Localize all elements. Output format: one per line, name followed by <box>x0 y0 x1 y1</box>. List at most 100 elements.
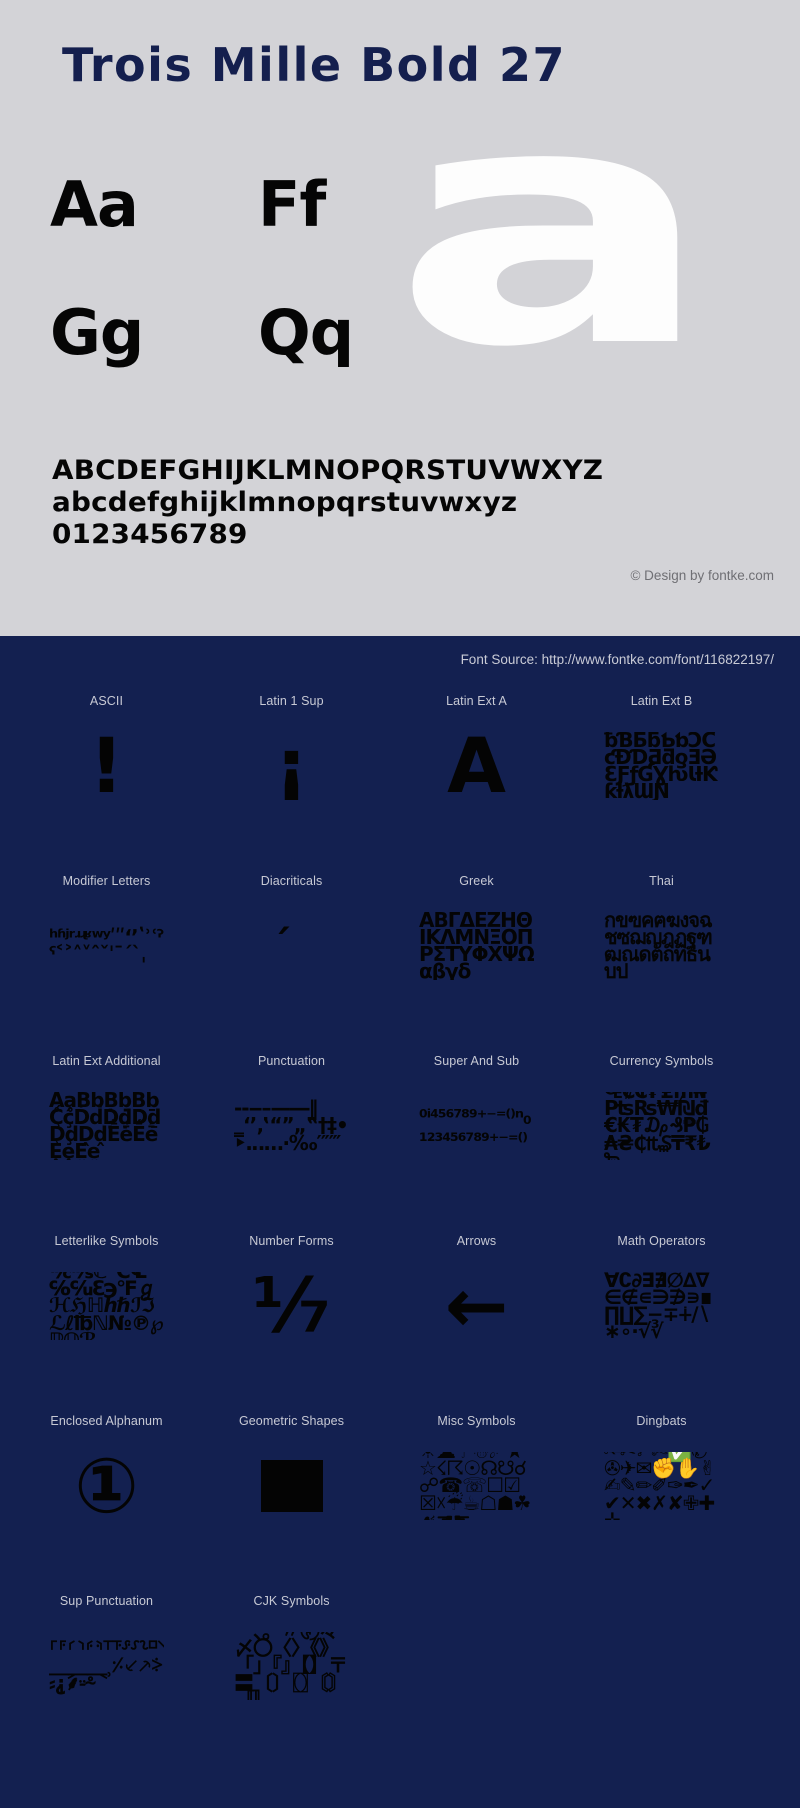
unicode-block-cell: Thai กขฃคฅฆงจฉชซฌญฎฏฐฑฒณดตถทธนบป <box>569 872 754 1052</box>
unicode-block-label: Latin Ext B <box>630 694 693 708</box>
unicode-block-label: Number Forms <box>249 1234 334 1248</box>
lowercase-alphabet-row: abcdefghijklmnopqrstuvwxyz <box>52 487 518 518</box>
unicode-block-label: Letterlike Symbols <box>54 1234 159 1248</box>
unicode-coverage-panel: Font Source: http://www.fontke.com/font/… <box>0 636 800 1808</box>
font-specimen-page: Trois Mille Bold 27 Aa Ff Gg Qq a ABCDEF… <box>0 0 800 1808</box>
unicode-block-glyphs: ⁰ⁱ⁴⁵⁶⁷⁸⁹⁺⁻⁼⁽⁾ⁿ₀₁₂₃₄₅₆₇₈₉₊₋₌₍₎ <box>419 1104 532 1146</box>
unicode-block-cell: Math Operators ∀∁∂∃∄∅∆∇∈∉∊∋∌∍∎∏∐∑−∓∔∕∖∗∘∙… <box>569 1232 754 1412</box>
unicode-block-cell: Diacriticalś <box>199 872 384 1052</box>
unicode-block-cell: Punctuation ‐‑‒–—―‖‗‘’‚‛“”„‟†‡•‣․‥…‧‰′″‴ <box>199 1052 384 1232</box>
unicode-block-glyphs: ‐‑‒–—―‖‗‘’‚‛“”„‟†‡•‣․‥…‧‰′″‴ <box>234 1096 349 1155</box>
unicode-block-glyphs: ¡ <box>274 732 309 800</box>
unicode-block-cell: Latin Ext B ƀƁƂƃƄƅƆƇƈƉƊƋƌƍƎƏƐƑƒƓƔƕƖƗƘƙƚƛƜ… <box>569 692 754 872</box>
unicode-block-label: Sup Punctuation <box>59 1594 154 1608</box>
unicode-block-preview: ∀∁∂∃∄∅∆∇∈∉∊∋∌∍∎∏∐∑−∓∔∕∖∗∘∙√∛ <box>604 1272 719 1340</box>
unicode-block-preview: ΑΒΓΔΕΖΗΘΙΚΛΜΝΞΟΠΡΣΤΥΦΧΨΩαβγδ <box>419 912 534 980</box>
unicode-block-glyphs: ́ <box>234 926 349 966</box>
unicode-block-glyphs: 、。〃〄々〆〇〈〉《》「」『』【】〒〓〔〕〖〗〘〙〚〛 <box>234 1632 348 1700</box>
unicode-block-glyphs: กขฃคฅฆงจฉชซฌญฎฏฐฑฒณดตถทธนบป <box>604 912 713 980</box>
unicode-block-label: Thai <box>649 874 674 888</box>
unicode-block-preview: Ā <box>419 732 534 800</box>
unicode-block-glyphs: ₠₡₢₣₤₥₦₧₨₩₪₫€₭₮₯₰₱₲₳₴₵₶₷₸₹₺₻ <box>604 1092 711 1160</box>
unicode-block-cell: Modifier Letters ʰʱʲʳʴʵʶʷʸʹʺʻʼʽʾʿˀˁ˂˃˄˅ˆˇ… <box>14 872 199 1052</box>
unicode-block-preview: 、。〃〄々〆〇〈〉《》「」『』【】〒〓〔〕〖〗〘〙〚〛 <box>234 1632 349 1700</box>
unicode-block-cell: Enclosed Alphanum ① <box>14 1412 199 1592</box>
unicode-block-cell: Sup Punctuation ⸀⸁⸂⸃⸄⸅⸆⸇⸈⸉⸊⸋⸌⸍⸎⸏⸐⸑⸒⸓⸔⸕⸖⸗⸘… <box>14 1592 199 1772</box>
unicode-block-preview: ƀƁƂƃƄƅƆƇƈƉƊƋƌƍƎƏƐƑƒƓƔƕƖƗƘƙƚƛƜƝ <box>604 732 719 800</box>
unicode-block-label: Geometric Shapes <box>238 1414 345 1428</box>
unicode-block-label: Latin Ext Additional <box>52 1054 161 1068</box>
unicode-block-preview <box>234 1452 349 1520</box>
unicode-block-cell: Greek ΑΒΓΔΕΖΗΘΙΚΛΜΝΞΟΠΡΣΤΥΦΧΨΩαβγδ <box>384 872 569 1052</box>
unicode-block-preview: ₠₡₢₣₤₥₦₧₨₩₪₫€₭₮₯₰₱₲₳₴₵₶₷₸₹₺₻ <box>604 1092 719 1160</box>
unicode-block-cell: Latin 1 Sup ¡ <box>199 692 384 872</box>
unicode-block-preview: กขฃคฅฆงจฉชซฌญฎฏฐฑฒณดตถทธนบป <box>604 912 719 980</box>
unicode-block-glyphs: ← <box>444 1272 509 1340</box>
unicode-block-cell: Dingbats ✁✂✃✄✅✆✇✈✉✊✋✌✍✎✏✐✑✒✓✔✕✖✗✘✙✚✛ <box>569 1412 754 1592</box>
unicode-block-label: CJK Symbols <box>253 1594 330 1608</box>
unicode-block-cell: Arrows ← <box>384 1232 569 1412</box>
unicode-block-preview: ① <box>49 1452 164 1520</box>
unicode-block-preview: ☀☁☂☃☄★☆☇☈☉☊☋☌☍☎☏☐☑☒☓☔☕☖☗☘☙☚☛ <box>419 1452 534 1520</box>
unicode-block-glyphs: ℀℁ℂ℃℄℅℆ℇ℈℉ℊℋℌℍℎℏℐℑℒℓ℔ℕ№℗℘ℙℚℛ <box>49 1272 164 1340</box>
unicode-block-label: ASCII <box>89 694 124 708</box>
unicode-block-cell: ASCII! <box>14 692 199 872</box>
unicode-block-preview: ⸀⸁⸂⸃⸄⸅⸆⸇⸈⸉⸊⸋⸌⸍⸎⸏⸐⸑⸒⸓⸔⸕⸖⸗⸘⸙⸚⸛ <box>49 1632 164 1700</box>
specimen-preview-panel: Trois Mille Bold 27 Aa Ff Gg Qq a ABCDEF… <box>0 0 800 636</box>
unicode-block-cell: Misc Symbols ☀☁☂☃☄★☆☇☈☉☊☋☌☍☎☏☐☑☒☓☔☕☖☗☘☙☚☛ <box>384 1412 569 1592</box>
unicode-block-preview: ℀℁ℂ℃℄℅℆ℇ℈℉ℊℋℌℍℎℏℐℑℒℓ℔ℕ№℗℘ℙℚℛ <box>49 1272 164 1340</box>
unicode-block-cell: Letterlike Symbols ℀℁ℂ℃℄℅℆ℇ℈℉ℊℋℌℍℎℏℐℑℒℓ℔ℕ… <box>14 1232 199 1412</box>
letter-sample-aa: Aa <box>50 168 139 241</box>
uppercase-alphabet-row: ABCDEFGHIJKLMNOPQRSTUVWXYZ <box>52 455 604 486</box>
unicode-block-preview: ḀḁḂḃḄḅḆḇḈḉḊḋḌḍḎḏḐḑḒḓḔḕḖḗḘḙḚḛ <box>49 1092 164 1160</box>
unicode-block-glyphs: ! <box>89 732 124 800</box>
unicode-block-glyphs: ✁✂✃✄✅✆✇✈✉✊✋✌✍✎✏✐✑✒✓✔✕✖✗✘✙✚✛ <box>604 1452 716 1520</box>
unicode-block-label: Latin Ext A <box>446 694 507 708</box>
unicode-block-cell: Latin Ext Additional ḀḁḂḃḄḅḆḇḈḉḊḋḌḍḎḏḐḑḒḓ… <box>14 1052 199 1232</box>
unicode-block-grid: ASCII! Latin 1 Sup ¡ Latin Ext A Ā Latin Ext … <box>0 692 800 1772</box>
showcase-glyph-a: a <box>392 35 715 419</box>
unicode-block-glyphs: ☀☁☂☃☄★☆☇☈☉☊☋☌☍☎☏☐☑☒☓☔☕☖☗☘☙☚☛ <box>419 1452 531 1520</box>
unicode-block-cell: Currency Symbols ₠₡₢₣₤₥₦₧₨₩₪₫€₭₮₯₰₱₲₳₴₵₶₷… <box>569 1052 754 1232</box>
unicode-block-cell: Geometric Shapes <box>199 1412 384 1592</box>
unicode-block-label: Diacriticals <box>260 874 323 888</box>
unicode-block-cell: Super And Sub ⁰ⁱ⁴⁵⁶⁷⁸⁹⁺⁻⁼⁽⁾ⁿ₀₁₂₃₄₅₆₇₈₉₊₋₌… <box>384 1052 569 1232</box>
unicode-block-preview: ! <box>49 732 164 800</box>
digits-row: 0123456789 <box>52 519 248 550</box>
unicode-block-preview: ‐‑‒–—―‖‗‘’‚‛“”„‟†‡•‣․‥…‧‰′″‴ <box>234 1092 349 1160</box>
unicode-block-preview: ⅐ <box>234 1272 349 1340</box>
unicode-block-label: Misc Symbols <box>437 1414 516 1428</box>
unicode-block-label: Enclosed Alphanum <box>50 1414 163 1428</box>
unicode-block-glyphs: ΑΒΓΔΕΖΗΘΙΚΛΜΝΞΟΠΡΣΤΥΦΧΨΩαβγδ <box>419 912 534 980</box>
unicode-block-cell: Number Forms ⅐ <box>199 1232 384 1412</box>
unicode-block-label: Greek <box>459 874 494 888</box>
font-source-link[interactable]: Font Source: http://www.fontke.com/font/… <box>461 652 774 667</box>
unicode-block-preview: ✁✂✃✄✅✆✇✈✉✊✋✌✍✎✏✐✑✒✓✔✕✖✗✘✙✚✛ <box>604 1452 719 1520</box>
unicode-block-label: Modifier Letters <box>62 874 151 888</box>
unicode-block-label: Super And Sub <box>433 1054 520 1068</box>
unicode-block-label: Punctuation <box>257 1054 326 1068</box>
letter-sample-gg: Gg <box>50 296 144 369</box>
unicode-block-cell: Latin Ext A Ā <box>384 692 569 872</box>
unicode-block-label: Math Operators <box>617 1234 706 1248</box>
unicode-block-label: Arrows <box>456 1234 497 1248</box>
unicode-block-glyphs: ḀḁḂḃḄḅḆḇḈḉḊḋḌḍḎḏḐḑḒḓḔḕḖḗḘḙḚḛ <box>49 1092 161 1160</box>
unicode-block-glyphs: Ā <box>447 732 506 800</box>
unicode-block-preview: ́ <box>234 912 349 980</box>
unicode-block-label: Dingbats <box>636 1414 687 1428</box>
unicode-block-preview: ¡ <box>234 732 349 800</box>
unicode-block-label: Currency Symbols <box>609 1054 714 1068</box>
letter-sample-qq: Qq <box>258 296 354 369</box>
unicode-block-glyphs: ƀƁƂƃƄƅƆƇƈƉƊƋƌƍƎƏƐƑƒƓƔƕƖƗƘƙƚƛƜƝ <box>604 732 717 800</box>
unicode-block-preview: ʰʱʲʳʴʵʶʷʸʹʺʻʼʽʾʿˀˁ˂˃˄˅ˆˇˈˉˊˋˌ <box>49 912 164 980</box>
unicode-block-glyphs: ⅐ <box>252 1272 331 1340</box>
unicode-block-preview: ← <box>419 1272 534 1340</box>
unicode-block-glyphs: ① <box>74 1452 139 1520</box>
unicode-block-glyphs: ∀∁∂∃∄∅∆∇∈∉∊∋∌∍∎∏∐∑−∓∔∕∖∗∘∙√∛ <box>604 1272 712 1340</box>
copyright-notice: © Design by fontke.com <box>630 568 774 583</box>
unicode-block-glyphs: ʰʱʲʳʴʵʶʷʸʹʺʻʼʽʾʿˀˁ˂˃˄˅ˆˇˈˉˊˋˌ <box>49 924 163 966</box>
unicode-block-preview: ⁰ⁱ⁴⁵⁶⁷⁸⁹⁺⁻⁼⁽⁾ⁿ₀₁₂₃₄₅₆₇₈₉₊₋₌₍₎ <box>419 1092 534 1160</box>
filled-square-glyph <box>260 1460 323 1512</box>
unicode-block-glyphs: ⸀⸁⸂⸃⸄⸅⸆⸇⸈⸉⸊⸋⸌⸍⸎⸏⸐⸑⸒⸓⸔⸕⸖⸗⸘⸙⸚⸛ <box>49 1636 164 1695</box>
letter-sample-ff: Ff <box>258 168 326 241</box>
